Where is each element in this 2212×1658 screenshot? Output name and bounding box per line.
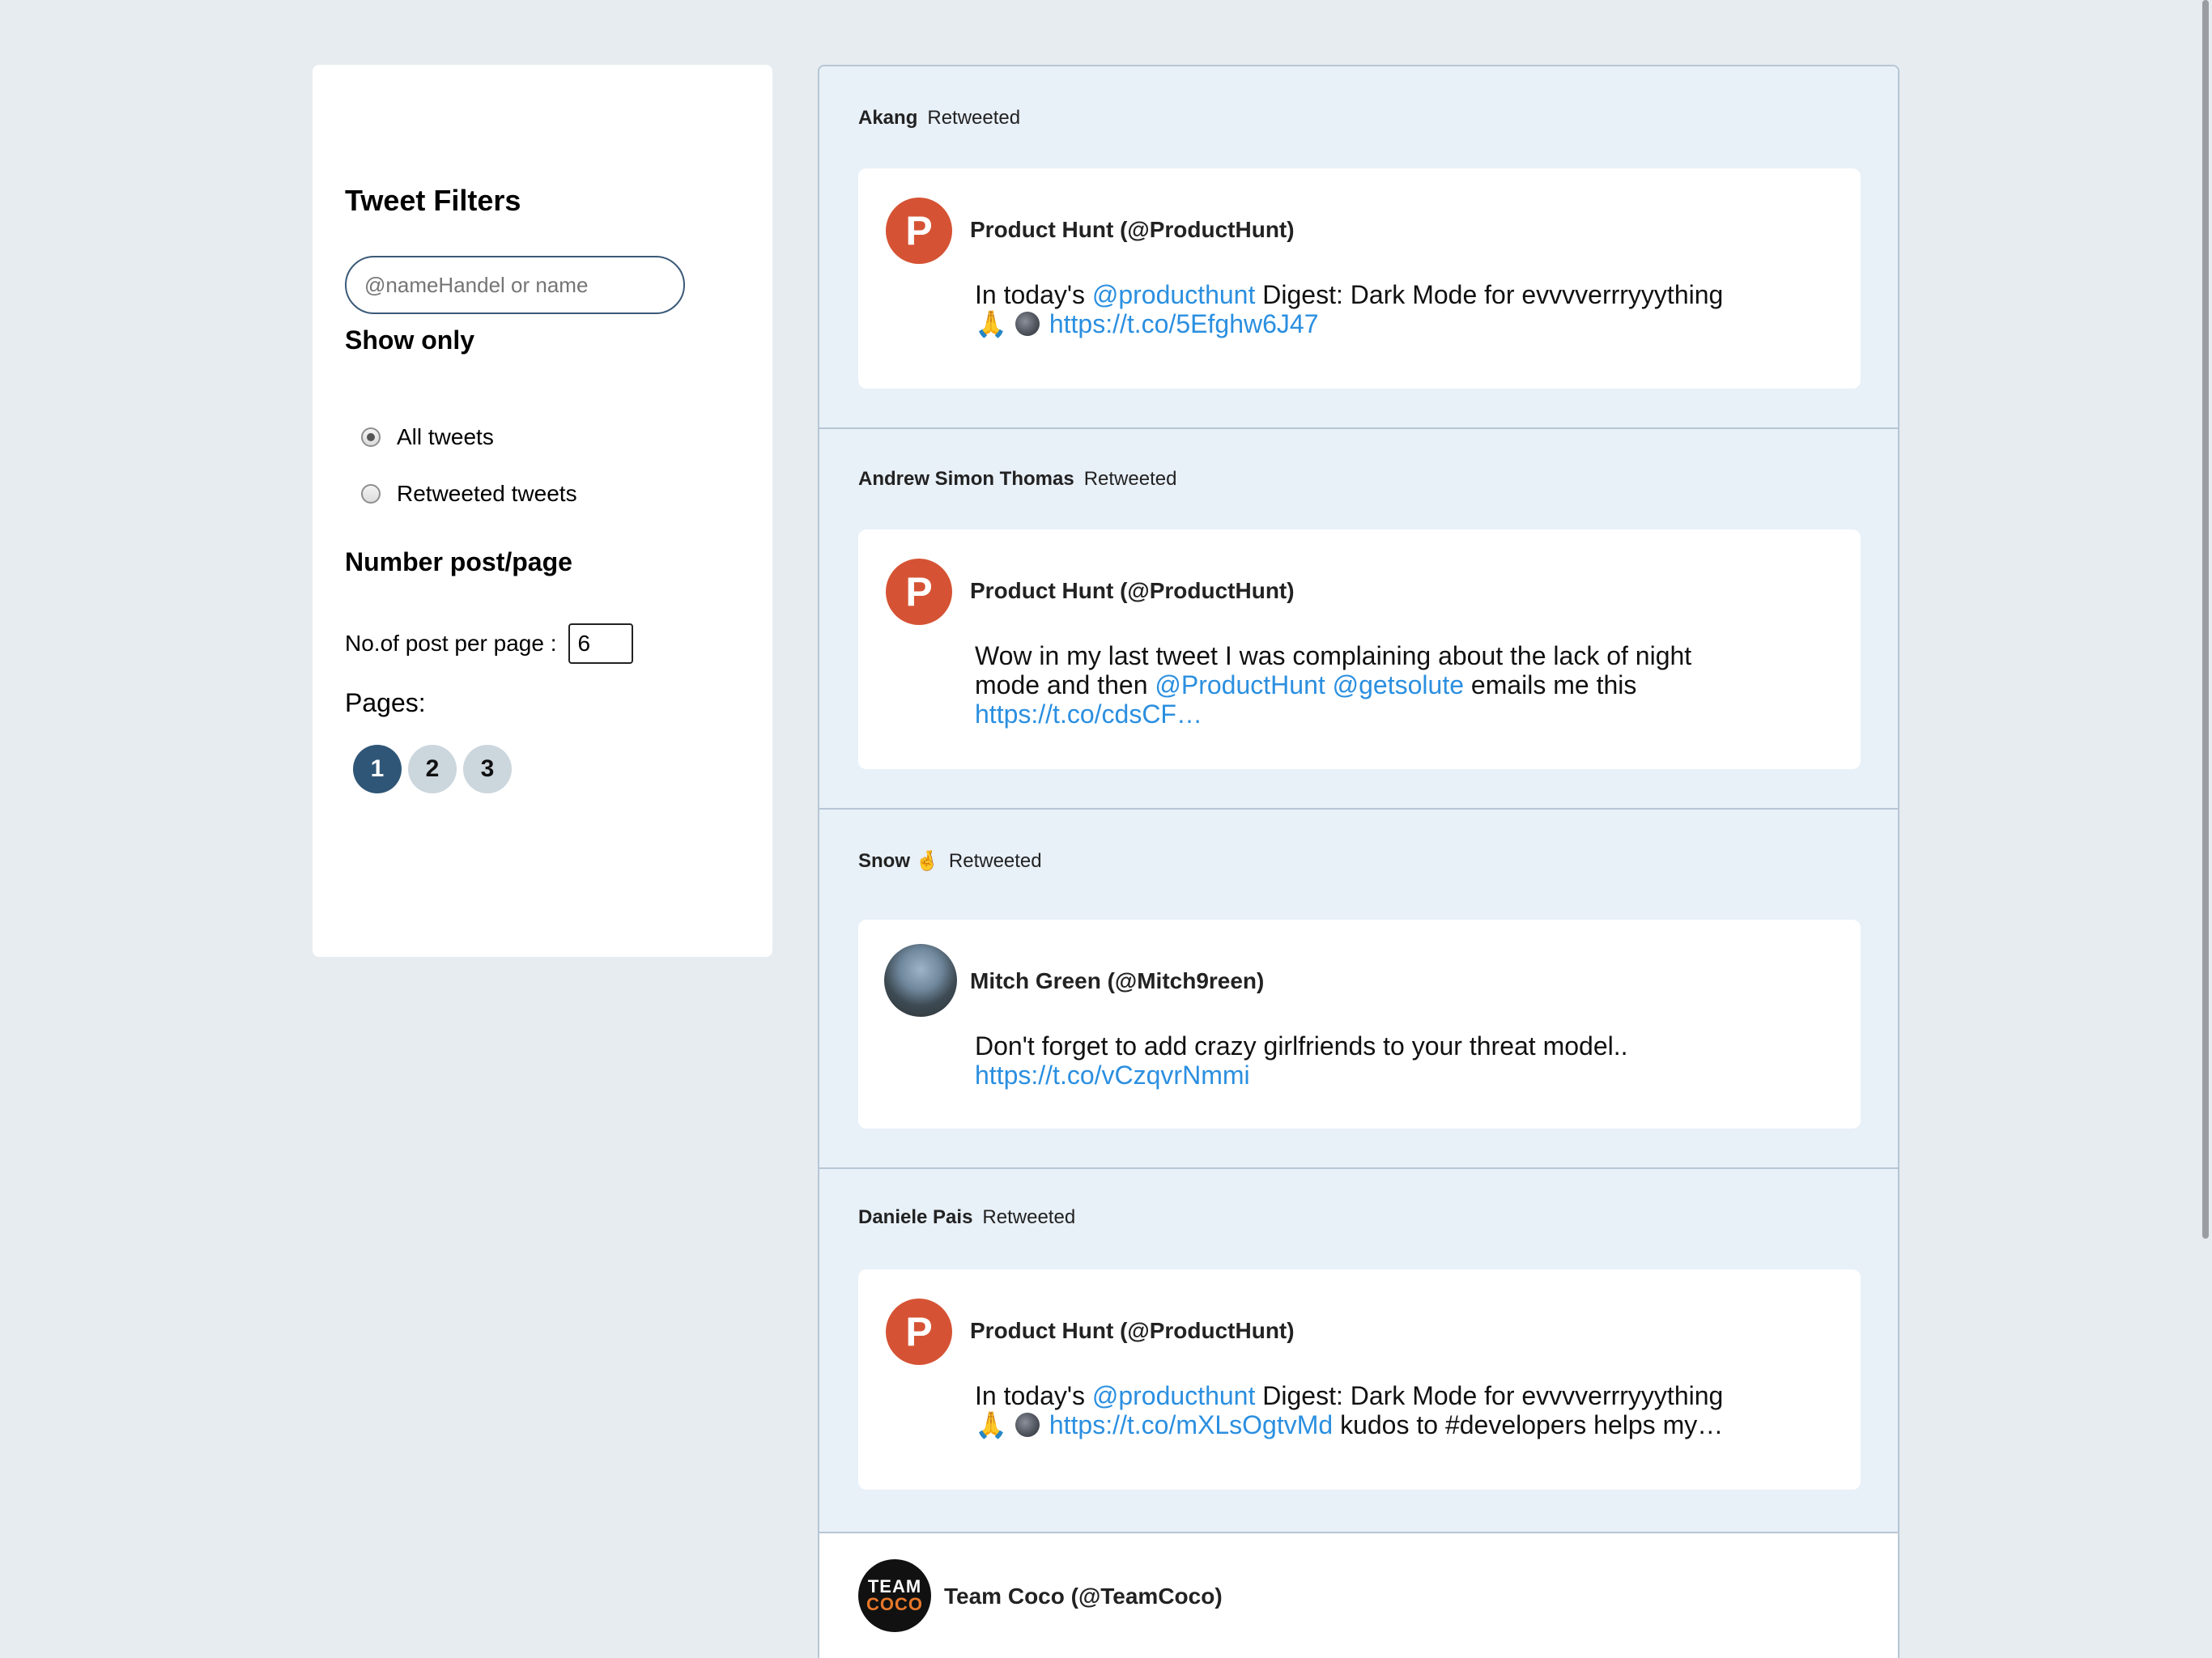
retweet-header: Daniele Pais Retweeted (858, 1208, 1075, 1227)
page-scrollbar[interactable] (2199, 0, 2212, 1658)
product-hunt-logo-icon: P (905, 1309, 933, 1354)
avatar-text-coco: COCO (866, 1594, 923, 1614)
tweet-author[interactable]: Product Hunt (@ProductHunt) (970, 219, 1295, 241)
retweeted-label: Retweeted (927, 107, 1021, 129)
retweet-item: Akang Retweeted P Product Hunt (@Product… (819, 66, 1898, 429)
mention-link[interactable]: @getsolute (1333, 670, 1464, 699)
folded-hands-emoji: 🙏 (975, 1410, 1007, 1439)
retweeter-name[interactable]: Snow (858, 852, 910, 871)
user-photo-avatar[interactable] (884, 944, 957, 1017)
tweet-link[interactable]: https://t.co/vCzqvrNmmi (975, 1061, 1250, 1090)
globe-icon (1015, 312, 1040, 336)
fingers-crossed-emoji: 🤞 (915, 850, 939, 872)
pagination: 1 2 3 (353, 745, 512, 793)
tweet-link[interactable]: https://t.co/mXLsOgtvMd (1049, 1410, 1333, 1439)
per-page-row: No.of post per page : (345, 623, 633, 664)
tweet-text: In today's @producthunt Digest: Dark Mod… (975, 280, 1724, 338)
folded-hands-emoji: 🙏 (975, 309, 1007, 338)
per-page-label: No.of post per page : (345, 631, 557, 656)
tweet-link[interactable]: https://t.co/cdsCF… (975, 699, 1202, 729)
team-coco-avatar[interactable]: TEAM COCO (858, 1559, 931, 1632)
retweeter-name[interactable]: Akang (858, 108, 917, 128)
retweet-header: Akang Retweeted (858, 108, 1020, 128)
product-hunt-logo-icon: P (905, 569, 933, 614)
search-input[interactable] (345, 256, 685, 314)
tweet-text: Don't forget to add crazy girlfriends to… (975, 1031, 1628, 1090)
radio-button-checked[interactable] (361, 427, 381, 447)
radio-label: All tweets (397, 424, 494, 449)
retweet-item: Daniele Pais Retweeted P Product Hunt (@… (819, 1169, 1898, 1533)
mention-link[interactable]: @producthunt (1092, 280, 1256, 309)
tweet-text: In today's @producthunt Digest: Dark Mod… (975, 1381, 1724, 1439)
tweet-author[interactable]: Product Hunt (@ProductHunt) (970, 580, 1295, 602)
per-page-input[interactable] (568, 623, 633, 664)
retweet-item: Andrew Simon Thomas Retweeted P Product … (819, 429, 1898, 810)
radio-label: Retweeted tweets (397, 481, 577, 506)
tweet-card: Mitch Green (@Mitch9reen) Don't forget t… (858, 920, 1861, 1129)
product-hunt-avatar[interactable]: P (886, 559, 952, 625)
mention-link[interactable]: @ProductHunt (1155, 670, 1325, 699)
retweeter-name[interactable]: Daniele Pais (858, 1208, 972, 1227)
filters-title: Tweet Filters (345, 184, 521, 217)
mention-link[interactable]: @producthunt (1092, 1381, 1256, 1410)
retweet-header: Andrew Simon Thomas Retweeted (858, 470, 1176, 489)
product-hunt-logo-icon: P (905, 208, 933, 253)
tweet-text: Wow in my last tweet I was complaining a… (975, 641, 1692, 729)
tweet-link[interactable]: https://t.co/5Efghw6J47 (1049, 309, 1319, 338)
tweet-feed: Akang Retweeted P Product Hunt (@Product… (818, 65, 1899, 1658)
tweet-author[interactable]: Product Hunt (@ProductHunt) (970, 1320, 1295, 1342)
page-button-3[interactable]: 3 (463, 745, 512, 793)
show-only-title: Show only (345, 325, 474, 355)
globe-icon (1015, 1413, 1040, 1437)
radio-all-tweets[interactable]: All tweets (361, 426, 494, 449)
retweeted-label: Retweeted (1083, 468, 1177, 490)
page-button-2[interactable]: 2 (408, 745, 457, 793)
avatar-text-team: TEAM (867, 1576, 922, 1596)
tweet-item: TEAM COCO Team Coco (@TeamCoco) (819, 1533, 1898, 1658)
retweet-item: Snow 🤞 Retweeted Mitch Green (@Mitch9ree… (819, 810, 1898, 1169)
tweet-card: P Product Hunt (@ProductHunt) Wow in my … (858, 529, 1861, 769)
pages-label: Pages: (345, 688, 426, 717)
tweet-author[interactable]: Team Coco (@TeamCoco) (944, 1585, 1223, 1608)
retweeter-name[interactable]: Andrew Simon Thomas (858, 470, 1074, 489)
tweet-card: P Product Hunt (@ProductHunt) In today's… (858, 168, 1861, 389)
scrollbar-thumb[interactable] (2202, 0, 2209, 1239)
radio-button[interactable] (361, 484, 381, 504)
retweet-header: Snow 🤞 Retweeted (858, 852, 1042, 871)
product-hunt-avatar[interactable]: P (886, 198, 952, 264)
page-button-1[interactable]: 1 (353, 745, 402, 793)
radio-retweeted-tweets[interactable]: Retweeted tweets (361, 483, 577, 505)
tweet-author[interactable]: Mitch Green (@Mitch9reen) (970, 970, 1264, 993)
filters-panel: Tweet Filters Show only All tweets Retwe… (313, 65, 772, 957)
tweet-card: P Product Hunt (@ProductHunt) In today's… (858, 1269, 1861, 1490)
retweeted-label: Retweeted (982, 1206, 1076, 1228)
number-post-title: Number post/page (345, 547, 572, 576)
app-page: Tweet Filters Show only All tweets Retwe… (0, 0, 2212, 1658)
product-hunt-avatar[interactable]: P (886, 1299, 952, 1365)
retweeted-label: Retweeted (948, 850, 1042, 872)
